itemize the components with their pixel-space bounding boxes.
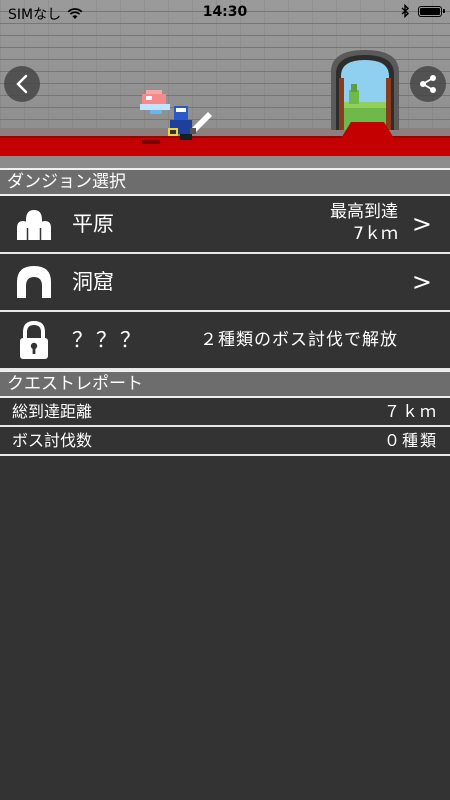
report-value: ０種類 (383, 431, 438, 450)
hero-character (140, 90, 212, 144)
section-title: クエストレポート (7, 374, 143, 394)
unlock-condition: ２種類のボス討伐で解放 (200, 330, 398, 350)
share-button[interactable] (410, 66, 446, 102)
dungeon-row-locked: ？？？ ２種類のボス討伐で解放 (0, 312, 450, 370)
castle-banner: SIMなし 14:30 (0, 0, 450, 168)
report-section-header: クエストレポート (0, 370, 450, 398)
bluetooth-icon (401, 4, 410, 18)
red-carpet (0, 138, 450, 156)
chevron-right-icon: > (411, 210, 432, 238)
chevron-right-icon: > (411, 268, 432, 296)
back-button[interactable] (4, 66, 40, 102)
report-label: ボス討伐数 (12, 431, 93, 450)
chevron-left-icon (16, 74, 28, 94)
report-value: ７ｋｍ (383, 402, 438, 421)
dungeon-section-header: ダンジョン選択 (0, 168, 450, 196)
report-row-boss-count: ボス討伐数 ０種類 (0, 427, 450, 456)
share-icon (420, 75, 436, 93)
lock-icon (20, 321, 48, 359)
floor-lower (0, 156, 450, 168)
hills-icon (17, 210, 51, 240)
best-value: 7ｋｍ (353, 224, 398, 244)
best-distance: 最高到達 7ｋｍ (330, 201, 398, 245)
dungeon-row-plains[interactable]: 平原 最高到達 7ｋｍ > (0, 196, 450, 254)
battery-icon (418, 5, 445, 17)
best-label: 最高到達 (330, 202, 398, 222)
report-label: 総到達距離 (12, 402, 93, 421)
report-row-total-distance: 総到達距離 ７ｋｍ (0, 398, 450, 427)
dungeon-name: 平原 (72, 212, 114, 236)
dungeon-name: ？？？ (72, 328, 144, 352)
battery-level (420, 7, 440, 15)
castle-door-image (331, 50, 399, 130)
dungeon-name: 洞窟 (72, 270, 114, 294)
cave-icon (17, 266, 51, 298)
status-time: 14:30 (202, 4, 248, 20)
status-bar: SIMなし 14:30 (0, 0, 450, 24)
section-title: ダンジョン選択 (7, 172, 126, 192)
dungeon-row-cave[interactable]: 洞窟 > (0, 254, 450, 312)
